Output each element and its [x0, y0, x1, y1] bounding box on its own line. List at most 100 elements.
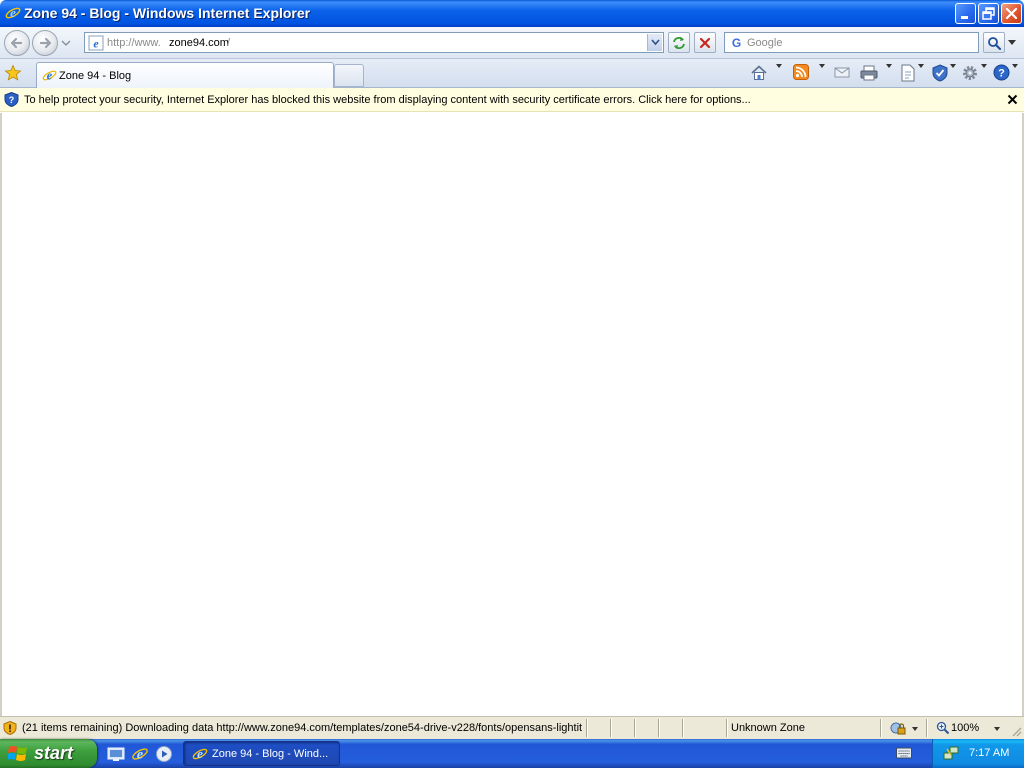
search-button[interactable]	[983, 32, 1005, 53]
google-icon: G	[732, 36, 741, 50]
status-divider	[726, 719, 728, 737]
caret-down-icon[interactable]	[912, 727, 918, 731]
address-url-domain: zone94.com	[169, 37, 229, 49]
refresh-button[interactable]	[668, 32, 690, 53]
page-icon	[901, 64, 915, 82]
tools-gear-icon	[963, 66, 977, 80]
status-divider	[610, 719, 612, 737]
stop-button[interactable]	[694, 32, 716, 53]
print-button[interactable]	[860, 63, 894, 83]
safety-menu-button[interactable]	[932, 63, 958, 83]
close-icon[interactable]	[1006, 93, 1019, 106]
information-bar-message[interactable]: To help protect your security, Internet …	[24, 94, 751, 106]
svg-text:e: e	[197, 746, 203, 761]
system-tray: 7:17 AM	[932, 739, 1024, 768]
window-title: Zone 94 - Blog - Windows Internet Explor…	[24, 5, 311, 21]
page-menu-button[interactable]	[900, 63, 926, 83]
status-divider	[682, 719, 684, 737]
tab-zone94-blog[interactable]: e Zone 94 - Blog	[36, 62, 334, 88]
close-icon	[1005, 7, 1018, 20]
close-button[interactable]	[1001, 3, 1022, 24]
internet-explorer-icon: e	[5, 5, 21, 20]
magnifier-icon	[988, 37, 1001, 50]
keyboard-icon[interactable]	[896, 747, 912, 759]
status-bar: (21 items remaining) Downloading data ht…	[0, 716, 1024, 739]
address-dropdown-button[interactable]	[647, 34, 662, 51]
start-button[interactable]: start	[0, 739, 97, 768]
window-title-bar[interactable]: e Zone 94 - Blog - Windows Internet Expl…	[0, 0, 1024, 27]
page-ie-icon: e	[88, 35, 104, 51]
help-icon: ?	[993, 64, 1010, 81]
home-button[interactable]	[750, 63, 784, 83]
feeds-icon	[793, 64, 809, 80]
caret-down-icon	[886, 64, 892, 68]
internet-explorer-icon: e	[192, 746, 208, 761]
zoom-level[interactable]: 100%	[951, 722, 979, 734]
taskbar-button-ie-window[interactable]: e Zone 94 - Blog - Wind...	[183, 741, 340, 766]
navigation-bar: e http://www. zone94.com / G	[0, 27, 1024, 59]
restore-icon	[982, 7, 995, 20]
tab-label: Zone 94 - Blog	[59, 70, 132, 82]
svg-text:e: e	[10, 5, 16, 20]
zoom-magnifier-icon[interactable]	[936, 721, 950, 735]
page-content-area[interactable]	[0, 113, 1024, 716]
svg-text:e: e	[137, 748, 143, 763]
read-mail-button[interactable]	[834, 63, 852, 83]
back-button[interactable]	[4, 30, 30, 56]
warning-icon	[3, 721, 17, 735]
search-options-dropdown[interactable]	[1006, 32, 1018, 53]
svg-text:e: e	[47, 68, 53, 82]
security-zone-label[interactable]: Unknown Zone	[731, 722, 805, 734]
address-url-suffix: /	[227, 37, 231, 49]
status-divider	[880, 719, 882, 737]
status-text: (21 items remaining) Downloading data ht…	[22, 722, 583, 734]
caret-down-icon	[981, 64, 987, 68]
restore-button[interactable]	[978, 3, 999, 24]
minimize-icon	[961, 16, 968, 19]
network-icon[interactable]	[943, 745, 959, 761]
forward-button[interactable]	[32, 30, 58, 56]
internet-explorer-icon[interactable]: e	[131, 745, 149, 763]
svg-text:?: ?	[998, 68, 1005, 80]
show-desktop-icon[interactable]	[107, 745, 125, 763]
feeds-button[interactable]	[793, 63, 827, 83]
windows-logo-icon	[8, 746, 27, 761]
search-input[interactable]	[747, 34, 975, 51]
recent-pages-dropdown-icon[interactable]	[61, 39, 71, 47]
address-bar[interactable]: e http://www. zone94.com /	[84, 32, 664, 53]
taskbar: start e e Zone 94 - Blog - Wind... 7:17 …	[0, 739, 1024, 768]
protected-mode-icon[interactable]	[890, 721, 906, 736]
favorites-star-icon[interactable]	[4, 64, 22, 82]
status-divider	[926, 719, 928, 737]
tools-menu-button[interactable]	[961, 63, 989, 83]
caret-down-icon	[950, 64, 956, 68]
information-bar[interactable]: ? To help protect your security, Interne…	[0, 88, 1024, 112]
status-divider	[586, 719, 588, 737]
status-divider	[658, 719, 660, 737]
read-mail-icon	[834, 67, 850, 78]
resize-grip-icon[interactable]	[1010, 725, 1022, 737]
svg-text:?: ?	[9, 95, 15, 105]
forward-arrow-icon	[39, 37, 52, 49]
caret-down-icon	[918, 64, 924, 68]
search-box[interactable]: G	[724, 32, 979, 53]
home-icon	[751, 65, 767, 80]
clock[interactable]: 7:17 AM	[969, 747, 1009, 759]
desktop-screen: e Zone 94 - Blog - Windows Internet Expl…	[0, 0, 1024, 768]
media-player-icon[interactable]	[155, 745, 173, 763]
new-tab-button[interactable]	[334, 64, 364, 87]
safety-shield-icon	[932, 64, 948, 82]
caret-down-icon	[776, 64, 782, 68]
address-url-prefix: http://www.	[107, 37, 161, 49]
internet-explorer-icon: e	[42, 68, 57, 82]
tab-and-command-bar: e Zone 94 - Blog ?	[0, 59, 1024, 88]
help-menu-button[interactable]: ?	[993, 63, 1019, 83]
print-icon	[860, 65, 878, 81]
svg-text:G: G	[732, 36, 741, 50]
caret-down-icon	[1012, 64, 1018, 68]
start-label: start	[34, 743, 74, 763]
taskbar-button-label: Zone 94 - Blog - Wind...	[212, 748, 329, 760]
caret-down-icon[interactable]	[994, 727, 1000, 731]
minimize-button[interactable]	[955, 3, 976, 24]
svg-text:e: e	[93, 37, 99, 51]
